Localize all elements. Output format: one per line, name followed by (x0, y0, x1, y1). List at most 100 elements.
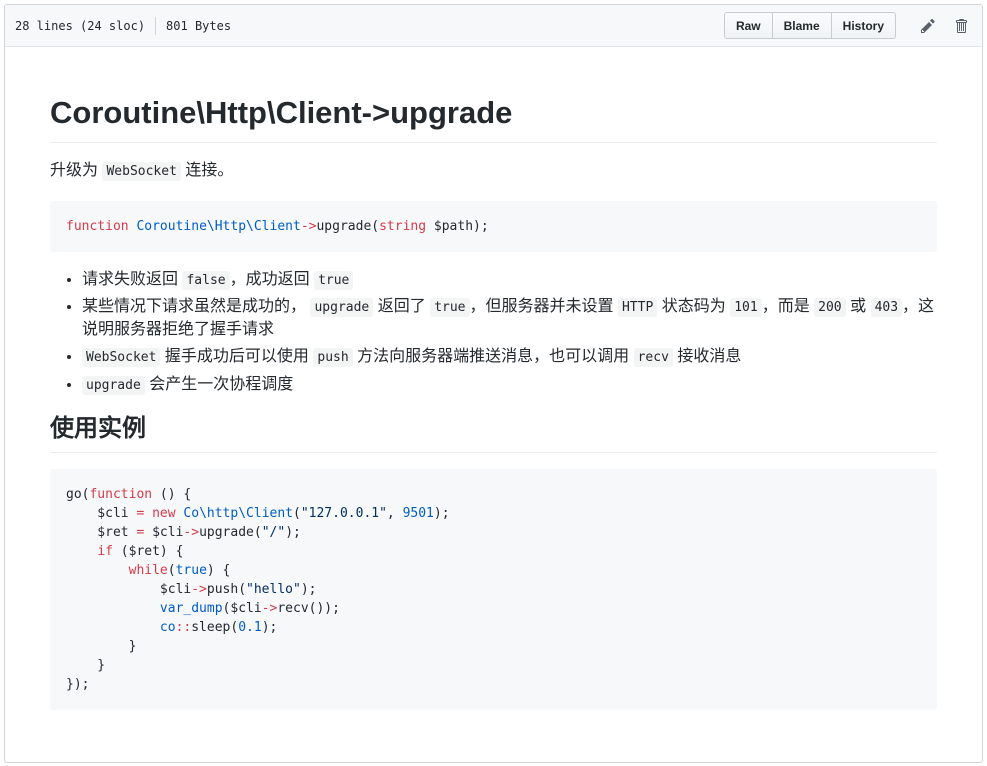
list-text: 或 (850, 297, 867, 315)
code-token: $cli (144, 524, 184, 540)
file-actions: Raw Blame History (723, 12, 972, 39)
code-class: Coroutine\Http\Client (136, 218, 301, 234)
list-text: 某些情况下请求虽然是成功的， (82, 297, 307, 315)
list-text: 握手成功后可以使用 (164, 348, 309, 366)
code-token: , (386, 505, 403, 521)
list-text: ，而是 (761, 297, 810, 315)
file-box: 28 lines (24 sloc) 801 Bytes Raw Blame H… (4, 4, 983, 763)
code-token: () { (152, 486, 192, 502)
code-operator: :: (175, 619, 192, 635)
file-info-divider (155, 16, 157, 35)
inline-code: 101 (730, 297, 762, 317)
code-token: ($cli (222, 600, 262, 616)
code-token: ( (167, 562, 176, 578)
code-operator: -> (300, 218, 317, 234)
code-token: push( (206, 581, 247, 597)
code-token: ) { (206, 562, 231, 578)
intro-text: 升级为 (50, 161, 99, 179)
code-keyword: function (66, 218, 129, 234)
file-info: 28 lines (24 sloc) 801 Bytes (15, 16, 232, 35)
list-text: 返回了 (377, 297, 426, 315)
code-token: upgrade( (199, 524, 262, 540)
list-text: ，成功返回 (229, 270, 310, 288)
code-class: co (159, 619, 176, 635)
code-token: sleep( (191, 619, 239, 635)
inline-code: 200 (814, 297, 846, 317)
inline-code: upgrade (82, 375, 145, 395)
inline-code: upgrade (310, 297, 374, 317)
code-class: Co\http\Client (183, 505, 293, 521)
inline-code: 403 (870, 297, 903, 317)
code-token: go( (66, 486, 90, 502)
code-keyword: if (97, 543, 113, 559)
code-number: 0.1 (238, 619, 262, 635)
code-token: ); (433, 505, 450, 521)
blame-button[interactable]: Blame (771, 12, 832, 39)
code-token: } (66, 638, 137, 654)
code-token: ($ret) { (112, 543, 184, 559)
inline-code: push (313, 348, 353, 368)
example-code-block: go(function () { $cli = new Co\http\Clie… (50, 468, 937, 710)
code-token: } (66, 657, 106, 673)
signature-code-block: function Coroutine\Http\Client->upgrade(… (50, 200, 937, 252)
code-token: $cli (66, 505, 137, 521)
inline-code: true (430, 297, 470, 317)
code-param: $path); (433, 218, 489, 234)
list-text: 接收消息 (677, 348, 742, 366)
page-title: Coroutine\Http\Client->upgrade (50, 94, 937, 143)
inline-code: false (182, 270, 230, 290)
code-operator: -> (261, 600, 278, 616)
code-token: $cli (66, 581, 192, 597)
code-token: recv()); (277, 600, 340, 616)
notes-list: 请求失败返回 false，成功返回 true 某些情况下请求虽然是成功的， up… (50, 268, 937, 396)
list-item: WebSocket 握手成功后可以使用 push 方法向服务器端推送消息，也可以… (82, 345, 937, 368)
list-text: ，但服务器并未设置 (469, 297, 614, 315)
code-type: string (379, 218, 427, 234)
code-token: $ret (66, 524, 137, 540)
list-item: 某些情况下请求虽然是成功的， upgrade 返回了 true，但服务器并未设置… (82, 295, 937, 341)
list-item: 请求失败返回 false，成功返回 true (82, 268, 937, 291)
code-method: upgrade( (316, 218, 380, 234)
inline-code: HTTP (617, 297, 658, 317)
file-size: 801 Bytes (166, 18, 232, 33)
code-keyword: new (152, 505, 176, 521)
edit-button[interactable] (917, 15, 939, 37)
history-button[interactable]: History (830, 12, 896, 39)
inline-code: true (314, 270, 354, 290)
intro-text: 连接。 (185, 161, 234, 179)
code-function: var_dump (159, 600, 223, 616)
file-button-group: Raw Blame History (723, 12, 896, 39)
inline-code: recv (633, 348, 673, 368)
file-header: 28 lines (24 sloc) 801 Bytes Raw Blame H… (5, 5, 982, 47)
delete-button[interactable] (950, 15, 972, 37)
code-token: ( (293, 505, 301, 521)
section-heading: 使用实例 (50, 414, 937, 453)
list-text: 会产生一次协程调度 (149, 375, 294, 393)
list-text: 方法向服务器端推送消息，也可以调用 (357, 348, 630, 366)
code-operator: -> (183, 524, 200, 540)
list-text: 请求失败返回 (82, 270, 179, 288)
trash-icon (956, 18, 967, 33)
list-text: 状态码为 (661, 297, 726, 315)
list-item: upgrade 会产生一次协程调度 (82, 373, 937, 396)
code-token: }); (66, 676, 90, 692)
code-token: ); (285, 524, 301, 540)
intro-paragraph: 升级为 WebSocket 连接。 (50, 159, 937, 183)
markdown-body: Coroutine\Http\Client->upgrade 升级为 WebSo… (5, 94, 982, 710)
code-string: "127.0.0.1" (300, 505, 387, 521)
line-count: 28 lines (24 sloc) (15, 18, 146, 33)
code-token: ); (300, 581, 317, 597)
code-keyword: while (128, 562, 168, 578)
inline-code: WebSocket (102, 161, 181, 181)
code-string: "hello" (246, 581, 301, 597)
raw-button[interactable]: Raw (723, 12, 773, 39)
code-string: "/" (261, 524, 286, 540)
code-constant: true (175, 562, 207, 578)
code-keyword: function (89, 486, 153, 502)
code-number: 9501 (402, 505, 434, 521)
